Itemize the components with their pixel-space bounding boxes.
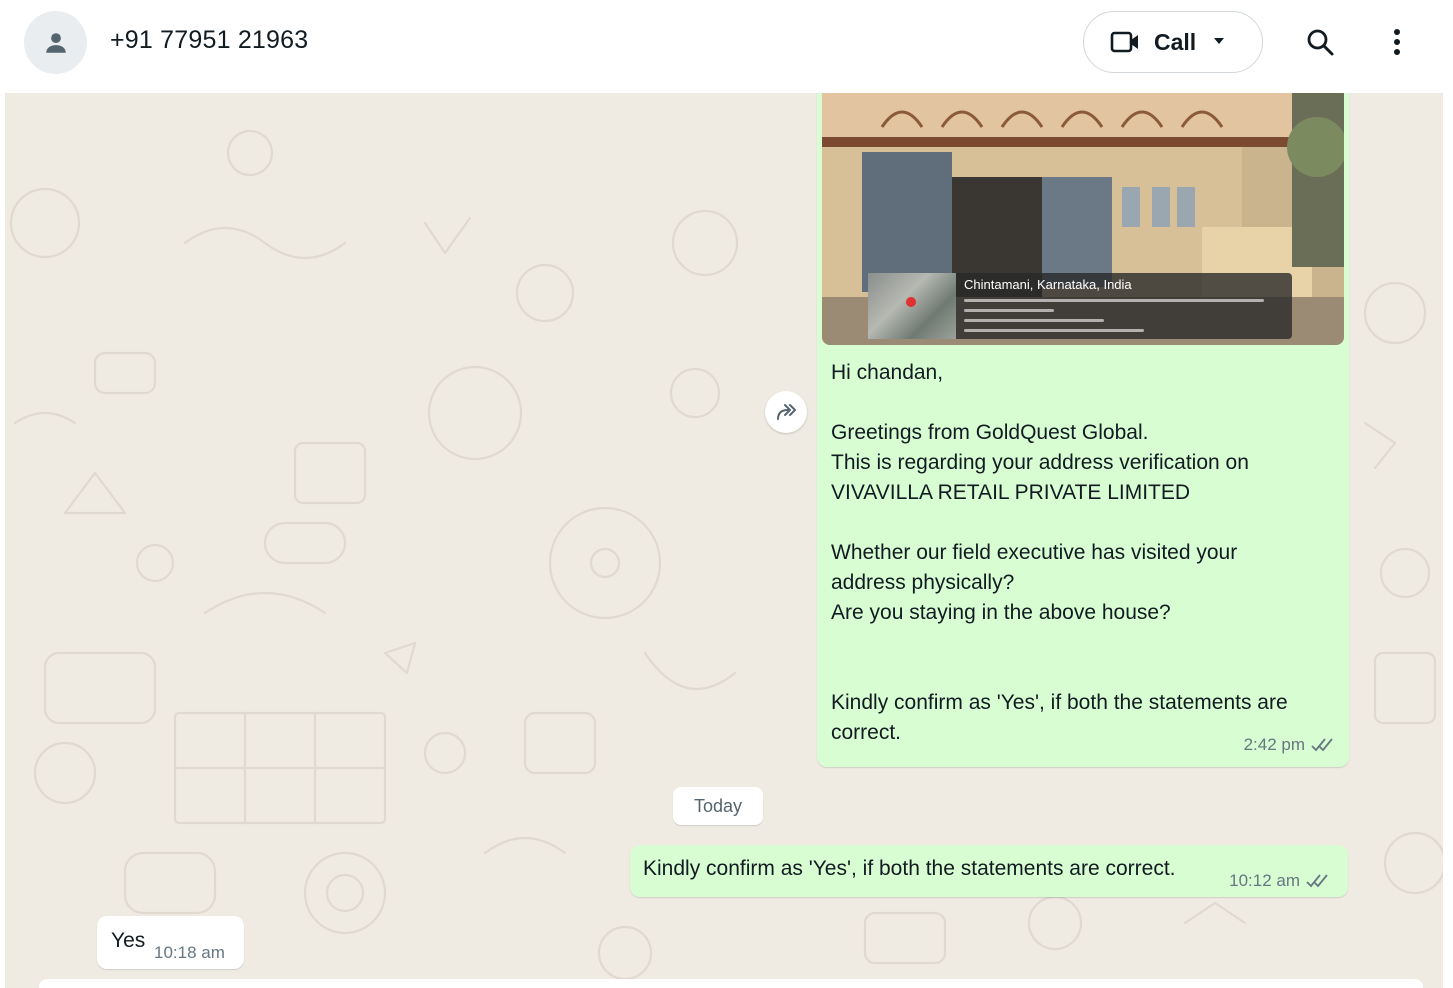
double-check-icon [1311,738,1333,752]
geo-place-name: Chintamani, Karnataka, India [964,277,1132,292]
search-button[interactable] [1298,20,1342,64]
video-camera-icon [1110,29,1142,55]
message-meta: 2:42 pm [1244,735,1335,755]
geo-detail-line [964,319,1104,322]
message-time: 10:12 am [1229,871,1300,890]
message-meta: 10:12 am [1229,871,1330,891]
outgoing-message[interactable]: Kindly confirm as 'Yes', if both the sta… [630,845,1348,897]
incoming-message[interactable]: Yes 10:18 am [97,916,244,969]
message-image[interactable]: Chintamani, Karnataka, India [822,93,1344,345]
mini-map [868,273,956,339]
double-check-icon [1306,874,1328,888]
call-button[interactable]: Call [1083,11,1263,73]
chat-panel[interactable]: Chintamani, Karnataka, India Hi chandan,… [5,93,1443,988]
message-text: Hi chandan, Greetings from GoldQuest Glo… [831,361,1288,744]
message-meta: 10:18 am [154,943,225,963]
contact-name[interactable]: +91 77951 21963 [110,26,308,55]
caret-down-icon[interactable] [1212,33,1226,51]
message-time: 2:42 pm [1243,735,1305,754]
call-label: Call [1154,28,1197,55]
geo-detail-line [964,299,1264,302]
person-icon [45,32,66,53]
composer-edge [39,979,1423,988]
map-pin-icon [906,297,916,307]
date-separator: Today [673,787,763,825]
outgoing-message[interactable]: Chintamani, Karnataka, India Hi chandan,… [817,93,1349,767]
forward-button[interactable] [765,391,807,433]
geo-detail-line [964,329,1144,332]
menu-button[interactable] [1375,20,1419,64]
geo-tag-overlay: Chintamani, Karnataka, India [868,273,1292,339]
more-vertical-icon [1394,29,1400,55]
message-time: 10:18 am [154,943,225,962]
geo-detail-line [964,309,1054,312]
contact-avatar[interactable] [24,11,87,74]
chat-header: +91 77951 21963 Call [0,0,1453,90]
search-icon [1307,29,1334,56]
forward-icon [777,404,796,420]
